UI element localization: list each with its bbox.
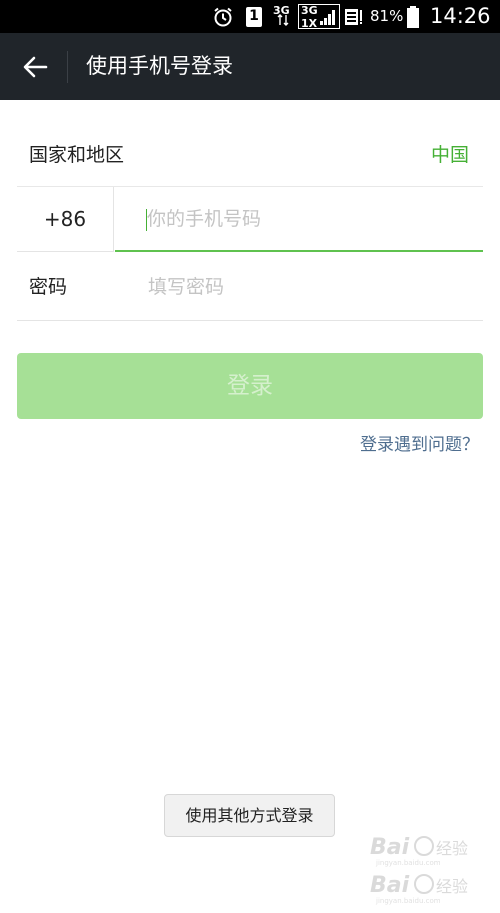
country-region-label: 国家和地区: [29, 144, 125, 166]
page-title: 使用手机号登录: [86, 54, 233, 78]
clock: 14:26: [430, 4, 491, 28]
data-arrows-icon: [276, 12, 290, 28]
sim-slot-number: 1: [249, 8, 259, 24]
svg-text:jingyan.baidu.com: jingyan.baidu.com: [375, 897, 441, 905]
password-input[interactable]: [148, 254, 468, 320]
svg-text:Bai: Bai: [370, 873, 410, 898]
baidu-watermark-logo: Bai 经验 jingyan.baidu.com Bai 经验 jingyan.…: [362, 826, 492, 906]
back-button[interactable]: [10, 33, 60, 100]
svg-text:jingyan.baidu.com: jingyan.baidu.com: [375, 859, 441, 867]
svg-text:经验: 经验: [436, 839, 468, 858]
country-region-selector[interactable]: 国家和地区 中国: [17, 124, 483, 187]
status-bar: 1 3G 3G 1X 81% 14:26: [0, 0, 500, 33]
phone-input-container: [115, 187, 483, 252]
app-bar: 使用手机号登录: [0, 33, 500, 100]
alarm-icon: [210, 0, 236, 33]
svg-text:经验: 经验: [436, 877, 468, 896]
login-button[interactable]: 登录: [17, 353, 483, 419]
app-bar-divider: [67, 51, 68, 83]
password-row: 密码: [17, 254, 483, 321]
password-label: 密码: [29, 276, 68, 298]
phone-number-input[interactable]: [147, 187, 467, 250]
login-help-link[interactable]: 登录遇到问题？: [360, 431, 479, 459]
alternative-login-button[interactable]: 使用其他方式登录: [164, 794, 335, 837]
signal-strength-icon: [318, 0, 338, 33]
country-code[interactable]: +86: [17, 187, 114, 252]
roaming-icon: [343, 0, 365, 33]
svg-text:Bai: Bai: [370, 835, 410, 860]
battery-icon: [405, 0, 421, 33]
arrow-left-icon: [22, 55, 48, 79]
phone-row: +86: [17, 187, 483, 253]
country-region-value[interactable]: 中国: [431, 124, 469, 186]
battery-percent: 81%: [370, 7, 404, 25]
